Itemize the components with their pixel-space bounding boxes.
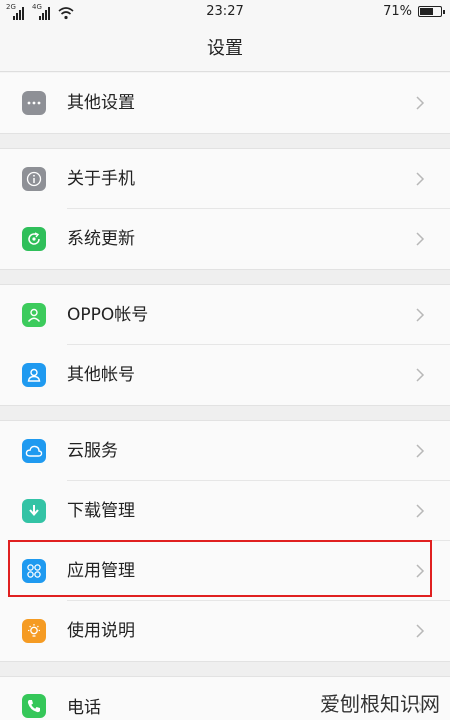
- settings-item-label: 系统更新: [67, 229, 135, 249]
- settings-item-label: 下载管理: [67, 501, 135, 521]
- settings-item-system-update[interactable]: 系统更新: [0, 209, 450, 269]
- section-divider: [0, 405, 450, 421]
- bulb-icon: [22, 619, 46, 643]
- battery-group: 71%: [383, 4, 445, 19]
- settings-item-download-manager[interactable]: 下载管理: [0, 481, 450, 541]
- update-icon: [22, 227, 46, 251]
- settings-item-label: OPPO帐号: [67, 305, 149, 325]
- settings-item-cloud-service[interactable]: 云服务: [0, 421, 450, 481]
- chevron-right-icon: [416, 172, 425, 186]
- chevron-right-icon: [416, 444, 425, 458]
- section-divider: [0, 661, 450, 677]
- person-icon: [22, 303, 46, 327]
- settings-item-other-settings[interactable]: 其他设置: [0, 73, 450, 133]
- info-icon: [22, 167, 46, 191]
- more-dots-icon: [22, 91, 46, 115]
- status-bar: 2G 4G 23:27 71%: [0, 0, 450, 26]
- download-icon: [22, 499, 46, 523]
- chevron-right-icon: [416, 232, 425, 246]
- settings-item-label: 电话: [67, 698, 101, 718]
- person-icon: [22, 363, 46, 387]
- settings-item-other-accounts[interactable]: 其他帐号: [0, 345, 450, 405]
- settings-item-label: 关于手机: [67, 169, 135, 189]
- battery-percent: 71%: [383, 4, 412, 19]
- battery-icon: [418, 6, 445, 17]
- chevron-right-icon: [416, 96, 425, 110]
- chevron-right-icon: [416, 368, 425, 382]
- section-divider: [0, 269, 450, 285]
- phone-icon: [22, 694, 46, 718]
- page-title: 设置: [0, 26, 450, 72]
- settings-item-oppo-account[interactable]: OPPO帐号: [0, 285, 450, 345]
- cloud-icon: [22, 439, 46, 463]
- section-divider: [0, 133, 450, 149]
- settings-item-label: 云服务: [67, 441, 118, 461]
- settings-item-label: 其他设置: [67, 93, 135, 113]
- chevron-right-icon: [416, 504, 425, 518]
- chevron-right-icon: [416, 624, 425, 638]
- settings-item-about-phone[interactable]: 关于手机: [0, 149, 450, 209]
- settings-item-user-guide[interactable]: 使用说明: [0, 601, 450, 661]
- settings-item-label: 其他帐号: [67, 365, 135, 385]
- watermark-text: 爱刨根知识网: [320, 692, 440, 716]
- chevron-right-icon: [416, 308, 425, 322]
- settings-item-label: 使用说明: [67, 621, 135, 641]
- highlight-box: [8, 540, 432, 597]
